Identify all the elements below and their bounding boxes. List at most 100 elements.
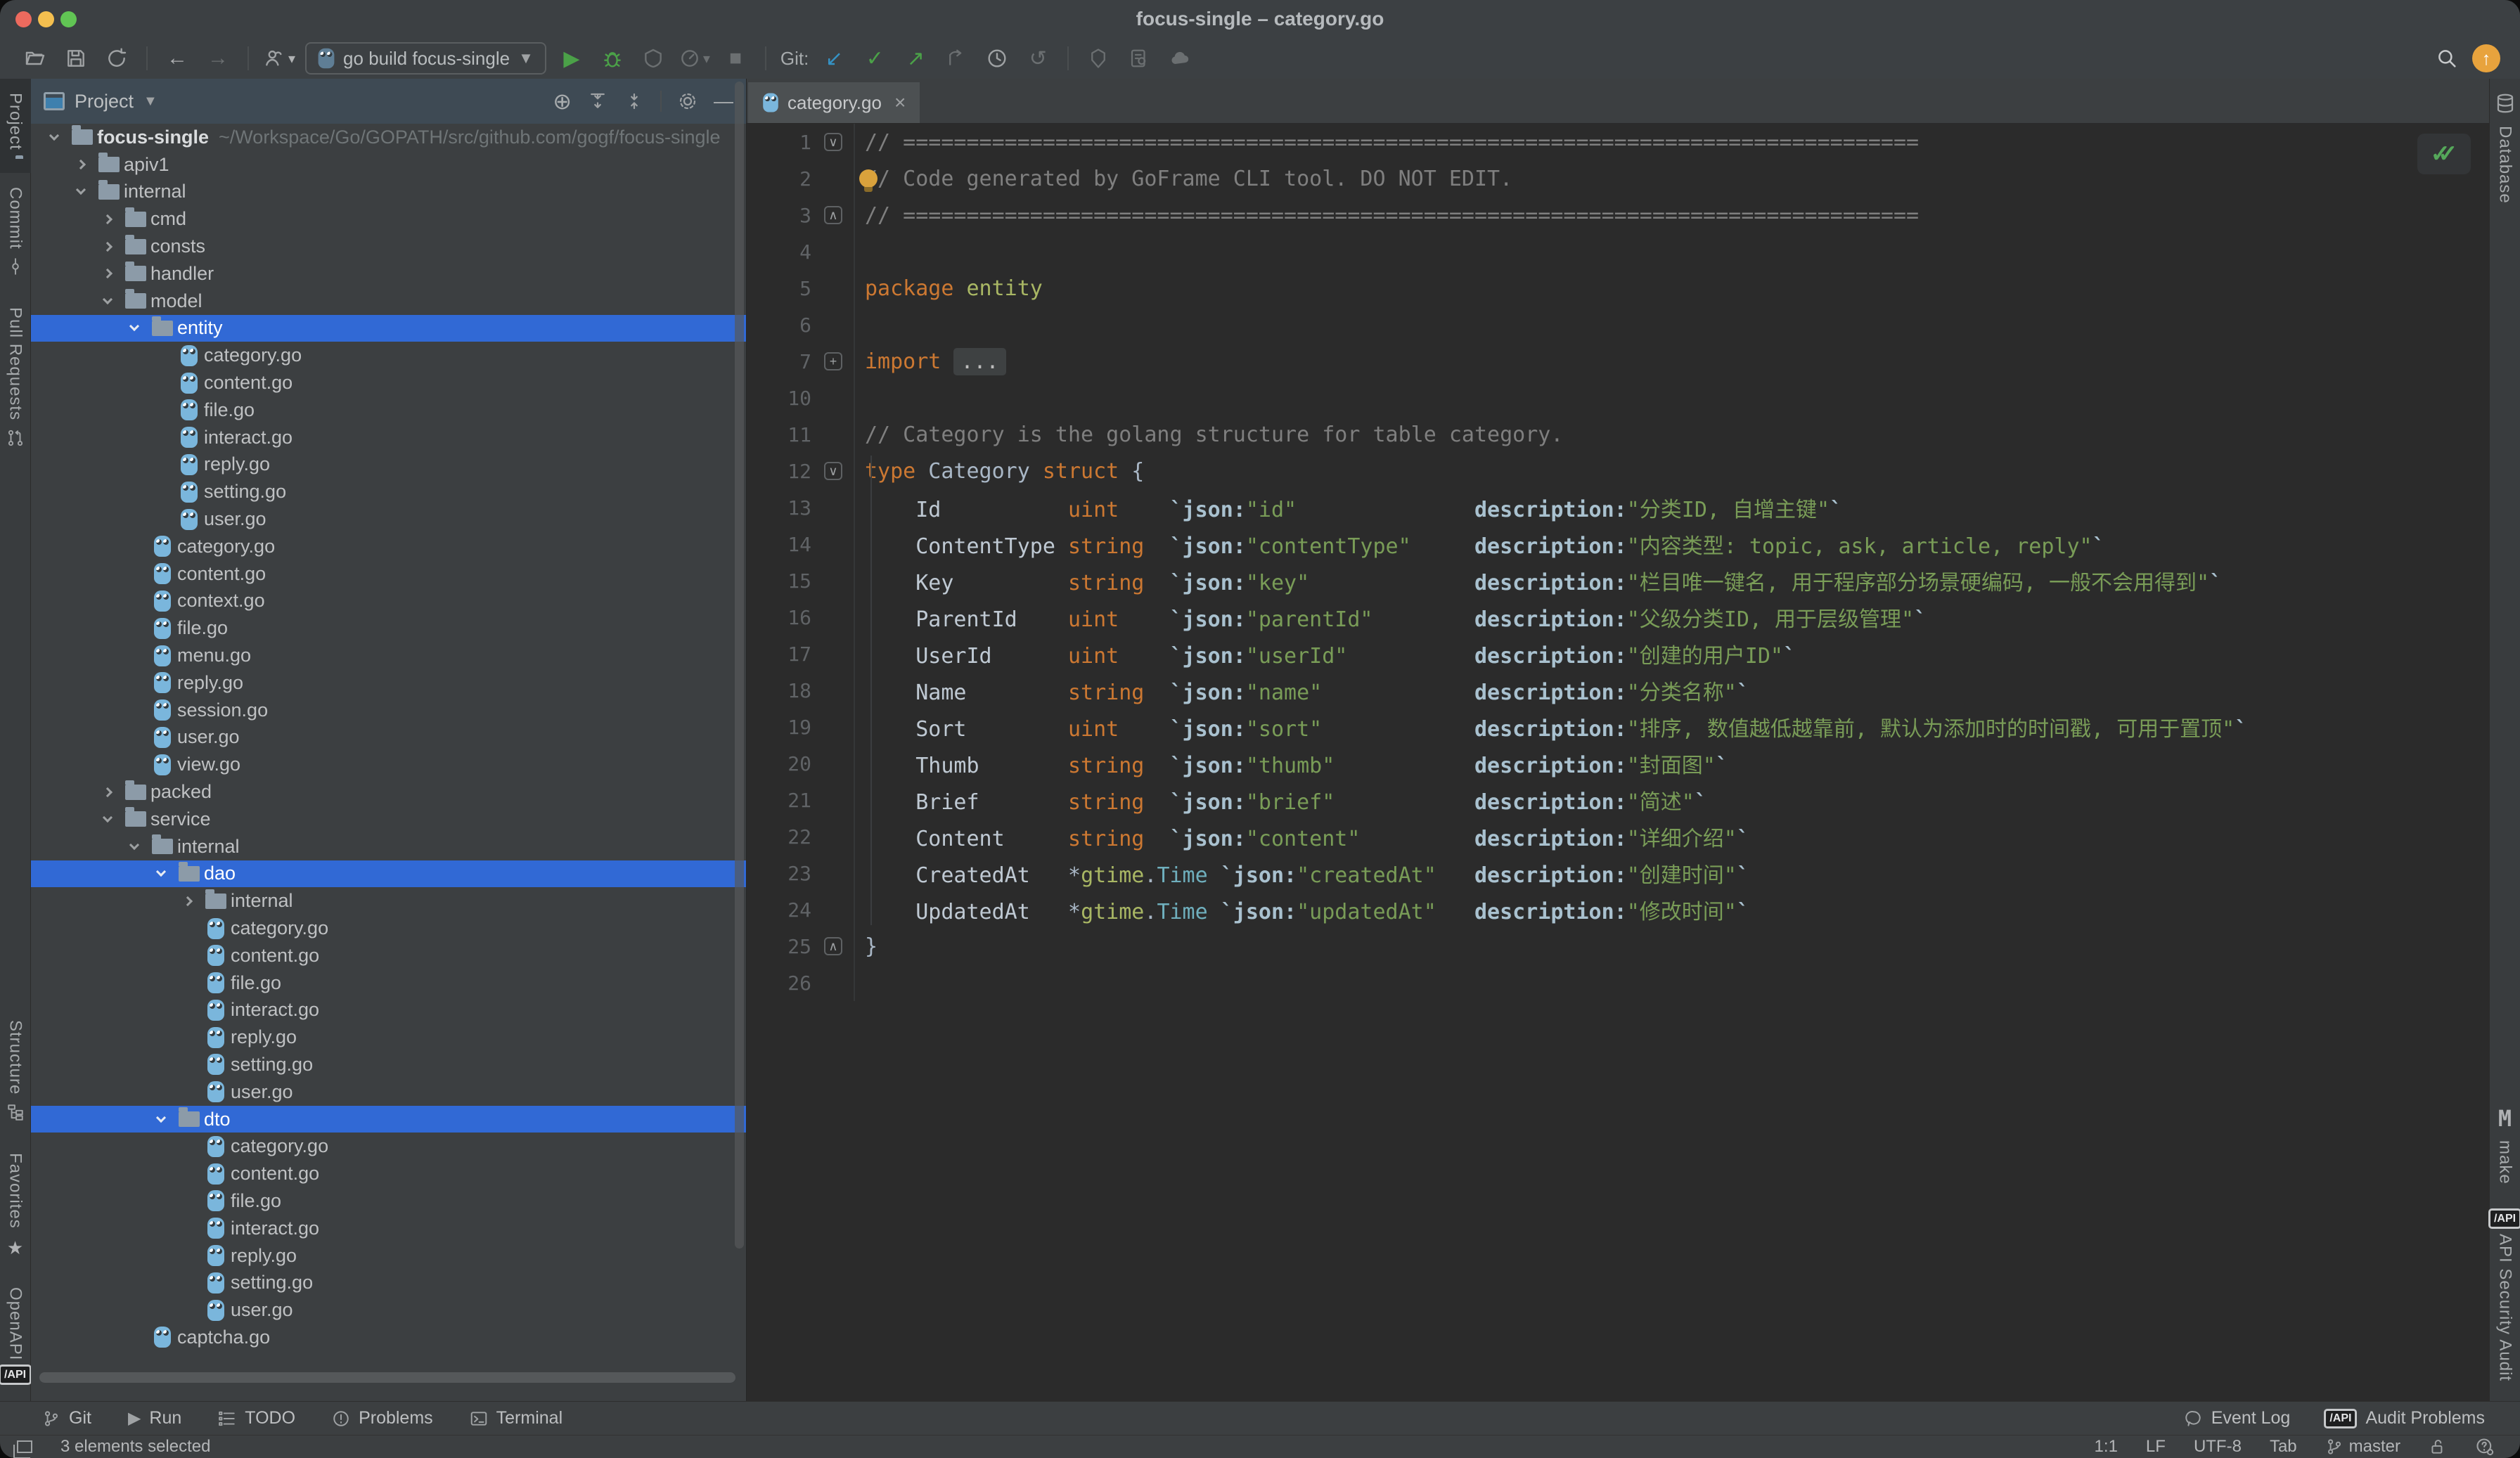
chevron-down-icon[interactable] [121,326,148,330]
collapse-all-icon[interactable] [624,91,645,112]
tree-row-category.go[interactable]: category.go [31,915,746,942]
stop-button[interactable]: ■ [720,43,751,74]
code-line-12[interactable]: 12∨type Category struct { [747,453,2489,489]
fold-marker-icon[interactable]: ∧ [824,937,842,955]
file-encoding[interactable]: UTF-8 [2194,1437,2242,1457]
stripe-button-api-security-audit[interactable]: /APIAPI Security Audit [2490,1199,2520,1395]
tree-row-service[interactable]: service [31,806,746,833]
tool-window-button-audit-problems[interactable]: /APIAudit Problems [2324,1408,2485,1428]
code-line-21[interactable]: 21 Brief string `json:"brief" descriptio… [747,782,2489,818]
unlock-icon[interactable] [2429,1438,2447,1456]
stripe-button-structure[interactable]: Structure [0,1006,31,1139]
expand-all-icon[interactable] [587,91,608,112]
tree-row-context.go[interactable]: context.go [31,588,746,615]
tree-row-file.go[interactable]: file.go [31,396,746,424]
chevron-right-icon[interactable] [68,161,94,168]
fold-marker-icon[interactable]: ∨ [824,462,842,480]
stripe-button-project[interactable]: Project [0,79,31,173]
chevron-right-icon[interactable] [174,898,201,905]
tree-row-user.go[interactable]: user.go [31,724,746,751]
tree-row-content.go[interactable]: content.go [31,369,746,396]
history-icon[interactable] [982,43,1012,74]
code-line-15[interactable]: 15 Key string `json:"key" description:"栏… [747,562,2489,599]
code-line-11[interactable]: 11// Category is the golang structure fo… [747,416,2489,453]
git-cherry-pick-icon[interactable] [941,43,972,74]
code-line-5[interactable]: 5package entity [747,270,2489,307]
caret-position[interactable]: 1:1 [2095,1437,2118,1457]
fold-marker-icon[interactable]: ∨ [824,133,842,151]
tree-row-setting.go[interactable]: setting.go [31,478,746,505]
tree-row-session.go[interactable]: session.go [31,697,746,724]
tree-row-apiv1[interactable]: apiv1 [31,151,746,179]
tree-row-dao[interactable]: dao [31,860,746,888]
search-everywhere-icon[interactable] [2431,43,2462,74]
tree-row-interact.go[interactable]: interact.go [31,424,746,451]
tree-row-interact.go[interactable]: interact.go [31,997,746,1024]
code-line-19[interactable]: 19 Sort uint `json:"sort" description:"排… [747,709,2489,745]
tree-row-reply.go[interactable]: reply.go [31,1242,746,1270]
tree-row-focus-single[interactable]: focus-single~/Workspace/Go/GOPATH/src/gi… [31,124,746,151]
tree-row-category.go[interactable]: category.go [31,533,746,560]
code-line-3[interactable]: 3∧// ===================================… [747,197,2489,233]
folded-region[interactable]: ... [953,348,1005,375]
tree-row-content.go[interactable]: content.go [31,560,746,588]
tool-window-button-terminal[interactable]: Terminal [470,1408,562,1428]
code-line-2[interactable]: 2// Code generated by GoFrame CLI tool. … [747,160,2489,197]
tab-category-go[interactable]: category.go × [748,82,920,123]
tool-window-button-git[interactable]: Git [42,1408,91,1428]
chevron-right-icon[interactable] [94,789,121,796]
tree-row-file.go[interactable]: file.go [31,969,746,997]
tree-row-internal[interactable]: internal [31,887,746,915]
code-line-14[interactable]: 14 ContentType string `json:"contentType… [747,526,2489,562]
forward-icon[interactable]: → [202,43,233,74]
code-line-23[interactable]: 23 CreatedAt *gtime.Time `json:"createdA… [747,855,2489,891]
chevron-down-icon[interactable] [148,872,174,875]
save-all-icon[interactable] [60,43,91,74]
tree-row-file.go[interactable]: file.go [31,614,746,642]
inspections-ok-widget[interactable]: ✓✓ [2417,134,2471,174]
line-ending[interactable]: LF [2146,1437,2166,1457]
tree-row-entity[interactable]: entity [31,315,746,342]
tree-row-user.go[interactable]: user.go [31,1078,746,1106]
code-line-22[interactable]: 22 Content string `json:"content" descri… [747,818,2489,855]
tree-row-model[interactable]: model [31,288,746,315]
chevron-down-icon[interactable] [148,1118,174,1121]
code-line-10[interactable]: 10 [747,380,2489,416]
cloud-icon[interactable] [1164,43,1195,74]
tree-row-reply.go[interactable]: reply.go [31,669,746,697]
code-line-18[interactable]: 18 Name string `json:"name" description:… [747,672,2489,709]
chevron-down-icon[interactable]: ▼ [143,93,158,110]
tree-row-setting.go[interactable]: setting.go [31,1051,746,1078]
tree-row-category.go[interactable]: category.go [31,342,746,369]
back-icon[interactable]: ← [162,43,193,74]
code-line-16[interactable]: 16 ParentId uint `json:"parentId" descri… [747,599,2489,636]
chevron-right-icon[interactable] [94,243,121,250]
inspections-settings-icon[interactable] [2475,1437,2495,1457]
tree-row-reply.go[interactable]: reply.go [31,451,746,479]
tree-row-dto[interactable]: dto [31,1106,746,1133]
project-panel-title[interactable]: Project [75,91,134,112]
tree-row-menu.go[interactable]: menu.go [31,642,746,669]
git-branch-widget[interactable]: master [2325,1437,2400,1457]
chevron-right-icon[interactable] [94,216,121,223]
tree-row-view.go[interactable]: view.go [31,751,746,778]
chevron-down-icon[interactable] [68,190,94,193]
stripe-button-pull-requests[interactable]: Pull Requests [0,293,31,465]
search-history-icon[interactable] [1124,43,1155,74]
chevron-down-icon[interactable] [94,818,121,821]
coverage-button[interactable] [638,43,669,74]
indent-style[interactable]: Tab [2270,1437,2297,1457]
chevron-down-icon[interactable] [41,136,68,139]
sync-icon[interactable] [101,43,132,74]
run-configuration-select[interactable]: go build focus-single ▼ [305,42,546,75]
rollback-icon[interactable]: ↺ [1022,43,1053,74]
profiler-button[interactable]: ▾ [679,43,710,74]
code-line-4[interactable]: 4 [747,233,2489,270]
code-line-6[interactable]: 6 [747,307,2489,343]
tool-window-button-event-log[interactable]: Event Log [2185,1408,2291,1428]
code-line-1[interactable]: 1∨// ===================================… [747,124,2489,160]
tree-row-cmd[interactable]: cmd [31,205,746,233]
run-button[interactable]: ▶ [556,43,587,74]
tree-row-packed[interactable]: packed [31,778,746,806]
stripe-button-database[interactable]: Database [2490,79,2520,218]
